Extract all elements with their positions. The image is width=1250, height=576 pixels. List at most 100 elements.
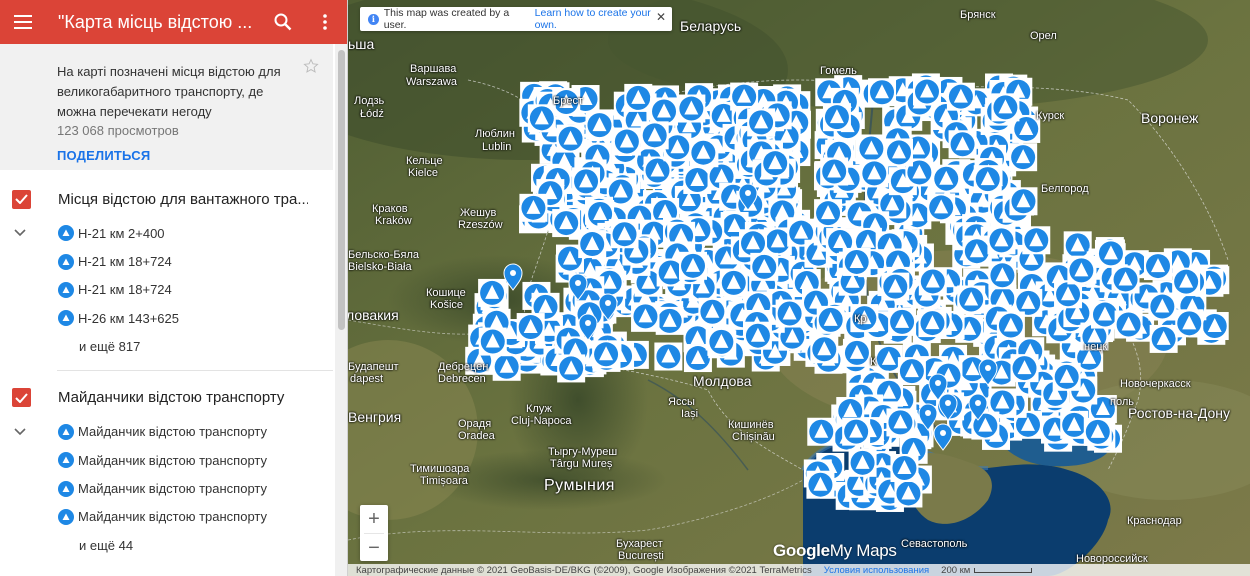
share-button[interactable]: ПОДЕЛИТЬСЯ — [57, 148, 150, 163]
parking-marker[interactable] — [886, 408, 915, 437]
parking-marker[interactable] — [585, 111, 614, 140]
parking-marker[interactable] — [747, 108, 776, 137]
layer-checkbox[interactable] — [12, 388, 31, 408]
learn-more-link[interactable]: Learn how to create your own. — [535, 7, 672, 31]
parking-marker[interactable] — [654, 342, 683, 371]
parking-marker[interactable] — [881, 272, 910, 301]
map-canvas[interactable]: Беларусь Брянск Орел Гомель Варшава Wars… — [348, 0, 1250, 576]
more-items-link[interactable]: и ещё 817 — [0, 333, 335, 361]
parking-marker[interactable] — [912, 77, 941, 106]
parking-marker[interactable] — [775, 299, 804, 328]
parking-marker[interactable] — [816, 305, 845, 334]
parking-marker[interactable] — [1009, 143, 1038, 172]
chevron-down-icon[interactable] — [14, 423, 26, 441]
parking-marker[interactable] — [1096, 239, 1125, 268]
parking-marker[interactable] — [578, 230, 607, 259]
close-icon[interactable]: ✕ — [656, 10, 666, 24]
parking-marker[interactable] — [750, 252, 779, 281]
list-item[interactable]: Н-26 км 143+625 — [0, 304, 335, 332]
parking-marker[interactable] — [631, 302, 660, 331]
parking-marker[interactable] — [957, 285, 986, 314]
more-vert-icon[interactable] — [303, 0, 347, 44]
scrollbar-thumb[interactable] — [338, 50, 345, 330]
parking-marker[interactable] — [557, 354, 586, 383]
parking-marker[interactable] — [516, 313, 545, 342]
parking-marker[interactable] — [519, 193, 548, 222]
parking-marker[interactable] — [527, 104, 556, 133]
parking-marker[interactable] — [552, 209, 581, 238]
parking-marker[interactable] — [991, 93, 1020, 122]
parking-marker[interactable] — [1148, 292, 1177, 321]
parking-marker[interactable] — [707, 327, 736, 356]
parking-marker[interactable] — [1114, 310, 1143, 339]
parking-marker[interactable] — [572, 167, 601, 196]
parking-marker[interactable] — [1009, 187, 1038, 216]
parking-marker[interactable] — [698, 297, 727, 326]
parking-marker[interactable] — [556, 124, 585, 153]
parking-marker[interactable] — [884, 138, 913, 167]
parking-marker[interactable] — [927, 193, 956, 222]
parking-marker[interactable] — [1010, 354, 1039, 383]
parking-marker[interactable] — [492, 352, 521, 381]
parking-marker[interactable] — [842, 417, 871, 446]
parking-marker[interactable] — [478, 327, 507, 356]
parking-marker[interactable] — [842, 338, 871, 367]
parking-marker[interactable] — [988, 261, 1017, 290]
parking-marker[interactable] — [1172, 267, 1201, 296]
more-items-link[interactable]: и ещё 44 — [0, 531, 335, 559]
parking-marker[interactable] — [973, 165, 1002, 194]
list-item[interactable]: Майданчик відстою транспорту — [0, 474, 335, 502]
parking-marker[interactable] — [592, 340, 621, 369]
search-icon[interactable] — [263, 0, 303, 44]
parking-marker[interactable] — [1054, 280, 1083, 309]
parking-marker[interactable] — [932, 164, 961, 193]
parking-marker[interactable] — [820, 157, 849, 186]
parking-marker[interactable] — [807, 417, 836, 446]
parking-marker[interactable] — [612, 127, 641, 156]
parking-marker[interactable] — [888, 307, 917, 336]
menu-icon[interactable] — [0, 0, 46, 44]
parking-marker[interactable] — [894, 479, 923, 508]
parking-marker[interactable] — [987, 226, 1016, 255]
parking-marker[interactable] — [890, 454, 919, 483]
parking-marker[interactable] — [677, 94, 706, 123]
list-item[interactable]: Майданчик відстою транспорту — [0, 446, 335, 474]
parking-marker[interactable] — [624, 83, 653, 112]
parking-marker[interactable] — [868, 78, 897, 107]
parking-marker[interactable] — [962, 237, 991, 266]
parking-marker[interactable] — [650, 97, 679, 126]
parking-marker[interactable] — [689, 138, 718, 167]
parking-marker[interactable] — [719, 268, 748, 297]
parking-marker[interactable] — [743, 321, 772, 350]
parking-marker[interactable] — [655, 306, 684, 335]
parking-marker[interactable] — [1083, 417, 1112, 446]
parking-marker[interactable] — [848, 448, 877, 477]
list-item[interactable]: Майданчик відстою транспорту — [0, 503, 335, 531]
parking-marker[interactable] — [814, 199, 843, 228]
star-icon[interactable] — [303, 58, 319, 79]
list-item[interactable]: Н-21 км 18+724 — [0, 247, 335, 275]
zoom-out-button[interactable]: − — [360, 534, 388, 562]
parking-marker[interactable] — [918, 267, 947, 296]
list-item[interactable]: Н-21 км 2+400 — [0, 219, 335, 247]
zoom-in-button[interactable]: + — [360, 505, 388, 533]
parking-marker[interactable] — [822, 103, 851, 132]
parking-marker[interactable] — [842, 247, 871, 276]
parking-marker[interactable] — [1052, 362, 1081, 391]
parking-marker[interactable] — [810, 335, 839, 364]
parking-marker[interactable] — [918, 309, 947, 338]
parking-marker[interactable] — [683, 165, 712, 194]
layer-checkbox[interactable] — [12, 189, 31, 209]
parking-marker[interactable] — [478, 278, 507, 307]
parking-marker[interactable] — [1149, 324, 1178, 353]
parking-marker[interactable] — [1143, 252, 1172, 281]
parking-marker[interactable] — [679, 251, 708, 280]
parking-marker[interactable] — [948, 130, 977, 159]
parking-marker[interactable] — [1175, 309, 1204, 338]
list-item[interactable]: Майданчик відстою транспорту — [0, 418, 335, 446]
parking-marker[interactable] — [996, 311, 1025, 340]
parking-marker[interactable] — [946, 82, 975, 111]
parking-marker[interactable] — [1111, 265, 1140, 294]
parking-marker[interactable] — [640, 121, 669, 150]
chevron-down-icon[interactable] — [14, 224, 26, 242]
